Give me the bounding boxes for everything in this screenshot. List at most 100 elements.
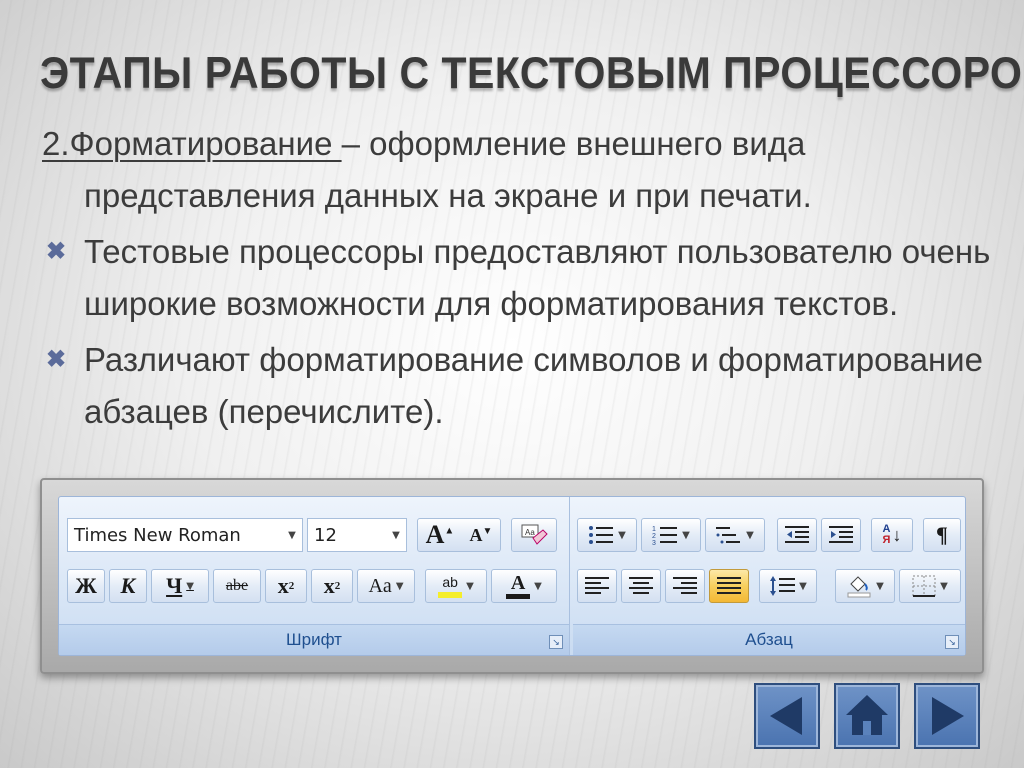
decrease-indent-icon [785, 526, 809, 543]
grow-font-label: A [425, 520, 445, 549]
chevron-down-icon[interactable]: ▼ [799, 581, 807, 592]
subscript-mark: 2 [288, 580, 295, 592]
next-slide-button[interactable] [914, 683, 980, 749]
numbering-button[interactable]: 123 ▼ [641, 518, 701, 552]
superscript-mark: 2 [334, 580, 341, 592]
grow-font-button[interactable]: A▲ [426, 520, 455, 550]
shrink-font-label: A [469, 524, 483, 545]
chevron-down-icon[interactable]: ▼ [682, 530, 690, 541]
font-name-value: Times New Roman [74, 524, 241, 546]
bold-label: Ж [75, 573, 97, 598]
underline-label: Ч [166, 573, 183, 598]
change-case-label: Aa [368, 574, 392, 597]
chevron-down-icon[interactable]: ▼ [940, 581, 948, 592]
strikethrough-button[interactable]: abe [213, 569, 261, 603]
paragraph-dialog-launcher-icon[interactable]: ↘ [945, 635, 959, 649]
bullets-button[interactable]: ▼ [577, 518, 637, 552]
chevron-down-icon[interactable]: ▼ [386, 519, 406, 551]
bullet-text-1: Тестовые процессоры предоставляют пользо… [84, 233, 991, 322]
increase-indent-button[interactable] [821, 518, 861, 552]
align-center-icon [629, 577, 653, 594]
chevron-down-icon[interactable]: ▼ [282, 519, 302, 551]
sort-label: Я [882, 534, 891, 546]
svg-text:3: 3 [652, 540, 656, 546]
numbered-list-icon: 123 [652, 526, 678, 546]
subscript-label: x [277, 573, 289, 598]
change-case-button[interactable]: Aa ▼ [357, 569, 415, 603]
borders-button[interactable]: ▼ [899, 569, 961, 603]
italic-label: К [120, 573, 136, 598]
align-right-icon [673, 577, 697, 594]
svg-text:1: 1 [652, 526, 656, 533]
pilcrow-icon: ¶ [936, 522, 948, 547]
superscript-label: x [323, 573, 335, 598]
subscript-button[interactable]: x2 [265, 569, 307, 603]
arrow-left-icon [770, 697, 802, 735]
highlight-label: ab [442, 573, 458, 590]
superscript-button[interactable]: x2 [311, 569, 353, 603]
cross-bullet-icon: ✖ [46, 238, 67, 265]
paragraph-group: ▼ 123 ▼ ▼ АЯ ↓ ¶ ▼ ▼ ▼ Абзац ↘ [573, 497, 965, 655]
home-button[interactable] [834, 683, 900, 749]
prev-slide-button[interactable] [754, 683, 820, 749]
cross-bullet-icon: ✖ [46, 346, 67, 373]
clear-formatting-button[interactable]: Aa [511, 518, 557, 552]
bold-button[interactable]: Ж [67, 569, 105, 603]
chevron-down-icon[interactable]: ▼ [618, 530, 626, 541]
font-color-icon: A [506, 571, 531, 599]
intro-term: Форматирование [69, 125, 342, 162]
align-left-icon [585, 577, 609, 594]
shading-button[interactable]: ▼ [835, 569, 895, 603]
bullet-text-2: Различают форматирование символов и форм… [84, 341, 983, 430]
slide-title: ЭТАПЫ РАБОТЫ С ТЕКСТОВЫМ ПРОЦЕССОРОМ [40, 48, 1024, 98]
underline-button[interactable]: Ч ▼ [151, 569, 209, 603]
chevron-down-icon[interactable]: ▼ [876, 581, 884, 592]
font-color-label: A [510, 571, 526, 594]
slide-body: 2.Форматирование – оформление внешнего в… [42, 118, 992, 438]
bullet-item-2: ✖ Различают форматирование символов и фо… [42, 334, 992, 438]
chevron-down-icon[interactable]: ▼ [396, 581, 404, 592]
paragraph-group-label: Абзац [573, 624, 965, 655]
increase-indent-icon [829, 526, 853, 543]
chevron-down-icon[interactable]: ▼ [746, 530, 754, 541]
sort-icon: АЯ [882, 523, 891, 546]
align-center-button[interactable] [621, 569, 661, 603]
font-name-combo[interactable]: Times New Roman ▼ [67, 518, 303, 552]
font-dialog-launcher-icon[interactable]: ↘ [549, 635, 563, 649]
decrease-indent-button[interactable] [777, 518, 817, 552]
italic-button[interactable]: К [109, 569, 147, 603]
sort-button[interactable]: АЯ ↓ [871, 518, 913, 552]
highlight-button[interactable]: ab ▼ [425, 569, 487, 603]
bullet-item-1: ✖ Тестовые процессоры предоставляют поль… [42, 226, 992, 330]
highlighter-icon: ab [438, 573, 463, 598]
multilevel-list-button[interactable]: ▼ [705, 518, 765, 552]
show-formatting-marks-button[interactable]: ¶ [923, 518, 961, 552]
intro-number: 2. [42, 125, 70, 162]
line-spacing-button[interactable]: ▼ [759, 569, 817, 603]
bulleted-list-icon [589, 526, 614, 544]
svg-text:Aa: Aa [525, 528, 535, 537]
chevron-down-icon[interactable]: ▼ [466, 581, 474, 592]
chevron-down-icon[interactable]: ▼ [534, 581, 542, 592]
multilevel-list-icon [716, 527, 741, 544]
align-left-button[interactable] [577, 569, 617, 603]
home-icon [846, 695, 888, 735]
justify-button[interactable] [709, 569, 749, 603]
font-size-value: 12 [314, 524, 337, 546]
chevron-down-icon[interactable]: ▼ [186, 581, 194, 592]
font-group-label: Шрифт [59, 624, 569, 655]
strike-label: abe [225, 577, 249, 594]
svg-text:2: 2 [652, 533, 656, 540]
line-spacing-icon [770, 576, 796, 596]
intro-paragraph: 2.Форматирование – оформление внешнего в… [42, 118, 992, 222]
align-right-button[interactable] [665, 569, 705, 603]
borders-icon [912, 575, 936, 597]
ribbon: Times New Roman ▼ 12 ▼ A▲ A▼ Aa Ж К Ч ▼ a… [58, 496, 966, 656]
font-size-combo[interactable]: 12 ▼ [307, 518, 407, 552]
arrow-right-icon [932, 697, 964, 735]
font-size-buttons: A▲ A▼ [417, 518, 501, 552]
justify-icon [717, 577, 741, 594]
shrink-font-button[interactable]: A▼ [469, 525, 492, 546]
font-color-button[interactable]: A ▼ [491, 569, 557, 603]
paint-bucket-icon [847, 576, 871, 598]
